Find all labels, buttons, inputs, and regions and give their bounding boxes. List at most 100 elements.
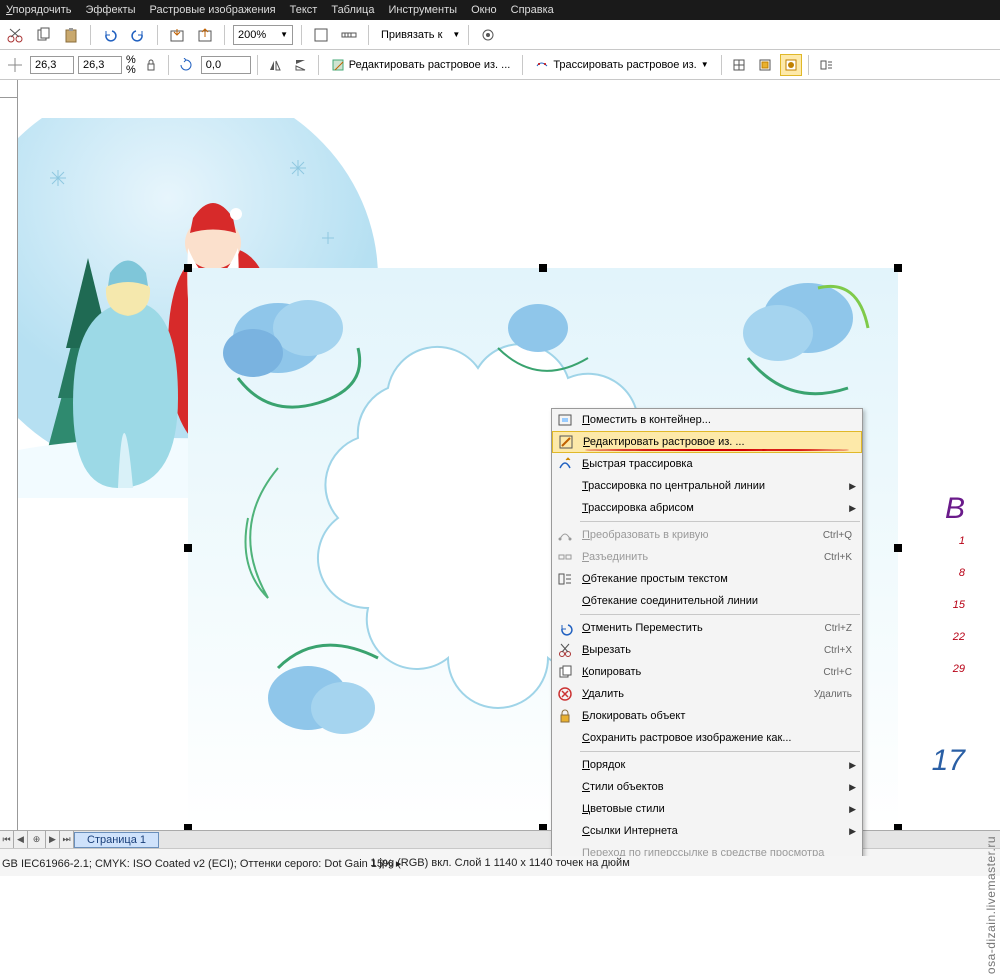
ctx-item-11[interactable]: Отменить ПереместитьCtrl+Z bbox=[552, 617, 862, 639]
ctx-item-16[interactable]: Сохранить растровое изображение как... bbox=[552, 727, 862, 749]
handle-e[interactable] bbox=[894, 544, 902, 552]
menu-arrange[interactable]: Упорядочить bbox=[6, 4, 71, 16]
lock-ratio-icon[interactable] bbox=[140, 54, 162, 76]
menu-window[interactable]: Окно bbox=[471, 4, 497, 16]
ctx-item-6: Преобразовать в кривуюCtrl+Q bbox=[552, 524, 862, 546]
options-icon[interactable] bbox=[477, 24, 499, 46]
page-first[interactable]: ⏮ bbox=[0, 831, 14, 848]
ctx-label: Копировать bbox=[578, 666, 823, 678]
ctx-item-18[interactable]: Порядок▶ bbox=[552, 754, 862, 776]
break-icon bbox=[552, 549, 578, 565]
ctx-label: Отменить Переместить bbox=[578, 622, 825, 634]
ctx-item-9[interactable]: Обтекание соединительной линии bbox=[552, 590, 862, 612]
cut-icon bbox=[552, 642, 578, 658]
bitmap-mask-icon[interactable] bbox=[780, 54, 802, 76]
ctx-label: Разъединить bbox=[578, 551, 824, 563]
page-add[interactable]: ⊕ bbox=[28, 831, 46, 848]
handle-ne[interactable] bbox=[894, 264, 902, 272]
ctx-label: Цветовые стили bbox=[578, 803, 849, 815]
handle-n[interactable] bbox=[539, 264, 547, 272]
ctx-label: Удалить bbox=[578, 688, 814, 700]
paste-icon[interactable] bbox=[60, 24, 82, 46]
menu-bar: Упорядочить Эффекты Растровые изображени… bbox=[0, 0, 1000, 20]
mirror-v-icon[interactable] bbox=[290, 54, 312, 76]
ctx-separator bbox=[580, 521, 860, 522]
undo-icon[interactable] bbox=[99, 24, 121, 46]
redo-icon[interactable] bbox=[127, 24, 149, 46]
ctx-label: Редактировать растровое из. ... bbox=[579, 436, 855, 448]
ctx-item-13[interactable]: КопироватьCtrl+C bbox=[552, 661, 862, 683]
ctx-item-12[interactable]: ВырезатьCtrl+X bbox=[552, 639, 862, 661]
lock-icon bbox=[552, 708, 578, 724]
menu-text[interactable]: Текст bbox=[290, 4, 318, 16]
submenu-arrow-icon: ▶ bbox=[849, 826, 856, 837]
ctx-item-3[interactable]: Трассировка по центральной линии▶ bbox=[552, 475, 862, 497]
ctx-shortcut: Ctrl+C bbox=[823, 667, 856, 678]
submenu-arrow-icon: ▶ bbox=[849, 760, 856, 771]
canvas[interactable]: В 1 8 15 22 29 17 Поместить в контейнер.… bbox=[18, 98, 1000, 856]
menu-tools[interactable]: Инструменты bbox=[388, 4, 457, 16]
pos-x-input[interactable]: 26,3 bbox=[30, 56, 74, 74]
curve-icon bbox=[552, 527, 578, 543]
ctx-item-22: Переход по гиперссылке в средстве просмо… bbox=[552, 842, 862, 856]
crop-bitmap-icon[interactable] bbox=[754, 54, 776, 76]
copy-icon[interactable] bbox=[32, 24, 54, 46]
ctx-shortcut: Ctrl+Q bbox=[823, 530, 856, 541]
ctx-item-21[interactable]: Ссылки Интернета▶ bbox=[552, 820, 862, 842]
ctx-label: Быстрая трассировка bbox=[578, 458, 856, 470]
red-underline-annotation bbox=[585, 449, 849, 451]
ctx-item-2[interactable]: Быстрая трассировка bbox=[552, 453, 862, 475]
handle-nw[interactable] bbox=[184, 264, 192, 272]
menu-table[interactable]: Таблица bbox=[331, 4, 374, 16]
handle-w[interactable] bbox=[184, 544, 192, 552]
ctx-item-4[interactable]: Трассировка абрисом▶ bbox=[552, 497, 862, 519]
ctx-label: Преобразовать в кривую bbox=[578, 529, 823, 541]
snap-to-dropdown[interactable]: ▼ bbox=[452, 30, 460, 39]
zoom-level[interactable]: 200%▼ bbox=[233, 25, 293, 45]
rotation-input[interactable]: 0,0 bbox=[201, 56, 251, 74]
ctx-label: Стили объектов bbox=[578, 781, 849, 793]
ctx-label: Обтекание простым текстом bbox=[578, 573, 856, 585]
position-x: 26,3 bbox=[30, 56, 74, 74]
ctx-separator bbox=[580, 751, 860, 752]
page-prev[interactable]: ◀ bbox=[14, 831, 28, 848]
ctx-item-8[interactable]: Обтекание простым текстом bbox=[552, 568, 862, 590]
cut-icon[interactable] bbox=[4, 24, 26, 46]
mirror-h-icon[interactable] bbox=[264, 54, 286, 76]
menu-bitmaps[interactable]: Растровые изображения bbox=[149, 4, 275, 16]
import-icon[interactable] bbox=[166, 24, 188, 46]
calendar-numbers: В 1 8 15 22 29 17 bbox=[932, 493, 965, 777]
menu-effects[interactable]: Эффекты bbox=[85, 4, 135, 16]
ctx-item-15[interactable]: Блокировать объект bbox=[552, 705, 862, 727]
ctx-label: Трассировка абрисом bbox=[578, 502, 849, 514]
trace-bitmap-button[interactable]: Трассировать растровое из. ▼ bbox=[529, 54, 714, 76]
ctx-shortcut: Удалить bbox=[814, 689, 856, 700]
wrap-icon bbox=[552, 571, 578, 587]
ruler-origin[interactable] bbox=[0, 80, 18, 98]
edit-icon bbox=[553, 434, 579, 450]
ctx-item-19[interactable]: Стили объектов▶ bbox=[552, 776, 862, 798]
ctx-label: Ссылки Интернета bbox=[578, 825, 849, 837]
page-tab-1[interactable]: Страница 1 bbox=[74, 832, 159, 848]
edit-bitmap-button[interactable]: Редактировать растровое из. ... bbox=[325, 54, 517, 76]
snap-to-label: Привязать к bbox=[377, 29, 446, 41]
ctx-item-14[interactable]: УдалитьУдалить bbox=[552, 683, 862, 705]
ctx-item-1[interactable]: Редактировать растровое из. ... bbox=[552, 431, 862, 453]
menu-help[interactable]: Справка bbox=[511, 4, 554, 16]
copy-icon bbox=[552, 664, 578, 680]
resample-icon[interactable] bbox=[728, 54, 750, 76]
pos-y-input[interactable]: 26,3 bbox=[78, 56, 122, 74]
ctx-item-20[interactable]: Цветовые стили▶ bbox=[552, 798, 862, 820]
ctx-shortcut: Ctrl+X bbox=[824, 645, 856, 656]
ctx-item-0[interactable]: Поместить в контейнер... bbox=[552, 409, 862, 431]
ctx-separator bbox=[580, 614, 860, 615]
rulers-icon[interactable] bbox=[338, 24, 360, 46]
page-last[interactable]: ⏭ bbox=[60, 831, 74, 848]
page-next[interactable]: ▶ bbox=[46, 831, 60, 848]
export-icon[interactable] bbox=[194, 24, 216, 46]
submenu-arrow-icon: ▶ bbox=[849, 481, 856, 492]
property-bar: 26,3 26,3 %% 0,0 Редактировать растровое… bbox=[0, 50, 1000, 80]
fullscreen-icon[interactable] bbox=[310, 24, 332, 46]
wrap-paragraph-icon[interactable] bbox=[815, 54, 837, 76]
ruler-vertical[interactable] bbox=[0, 98, 18, 856]
